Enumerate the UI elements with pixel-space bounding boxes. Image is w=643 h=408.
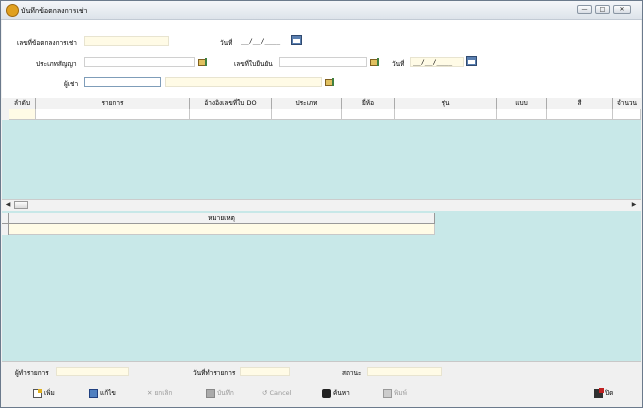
table-cell[interactable] (272, 109, 342, 120)
add-button[interactable]: เพิ่ม (33, 386, 55, 400)
main-window: บันทึกข้อตกลงการเช่า — □ ✕ เลขที่ข้อตกลง… (0, 0, 643, 408)
header-form: เลขที่ข้อตกลงการเช่า วันที่ __/__/____ ป… (2, 20, 641, 98)
col-header[interactable]: ลำดับ (9, 98, 36, 109)
cancel-button[interactable]: ↺ Cancel (262, 386, 291, 400)
close-button[interactable]: ปิด (594, 386, 613, 400)
cancel-item-label: ยกเลิก (154, 389, 173, 397)
edit-icon (89, 388, 98, 398)
lookup-icon[interactable] (370, 57, 381, 67)
edit-label: แก้ไข (100, 389, 116, 397)
status-field (367, 367, 442, 376)
table-cell[interactable] (9, 109, 36, 120)
print-label: พิมพ์ (394, 389, 407, 397)
undo-icon: ↺ (262, 389, 268, 397)
notes-header[interactable]: หมายเหตุ (9, 213, 435, 224)
notes-grid-corner (2, 213, 9, 224)
print-icon (383, 388, 392, 398)
col-header[interactable]: แบบ (497, 98, 547, 109)
col-header[interactable]: ยี่ห้อ (342, 98, 395, 109)
lessee-code-field[interactable] (84, 77, 161, 87)
contract-type-label: ประเภทสัญญา (36, 60, 77, 68)
search-label: ค้นหา (333, 389, 350, 397)
scroll-thumb[interactable] (14, 201, 28, 209)
table-cell[interactable] (547, 109, 613, 120)
lookup-icon[interactable] (325, 77, 336, 87)
col-header[interactable]: สี (547, 98, 613, 109)
cancel-x-icon: ✕ (147, 389, 153, 397)
col-header[interactable]: รุ่น (395, 98, 497, 109)
window-title: บันทึกข้อตกลงการเช่า (21, 7, 88, 15)
contract-type-field[interactable] (84, 57, 195, 67)
print-button[interactable]: พิมพ์ (383, 386, 407, 400)
notes-row[interactable] (9, 224, 435, 235)
calendar-icon[interactable] (466, 56, 477, 66)
scroll-left-icon[interactable]: ◀ (4, 201, 12, 209)
app-icon (6, 4, 19, 17)
recorder-label: ผู้ทำรายการ (15, 369, 49, 377)
date1-label: วันที่ (220, 39, 233, 47)
table-cell[interactable] (342, 109, 395, 120)
table-cell[interactable] (613, 109, 641, 120)
add-label: เพิ่ม (44, 389, 55, 397)
new-icon (33, 388, 42, 398)
scroll-right-icon[interactable]: ▶ (630, 201, 638, 209)
notes-grid[interactable]: หมายเหตุ (2, 211, 641, 361)
confirm-no-field[interactable] (279, 57, 367, 67)
table-cell[interactable] (36, 109, 190, 120)
close-label: ปิด (605, 389, 614, 397)
minimize-icon: — (581, 6, 588, 13)
row-selector[interactable] (2, 224, 9, 235)
status-label: สถานะ (342, 369, 362, 377)
date1-field[interactable]: __/__/____ (238, 36, 288, 46)
table-cell[interactable] (395, 109, 497, 120)
close-window-button[interactable]: ✕ (613, 5, 631, 14)
col-header[interactable]: อ้างอิงเลขที่ใบ DO (190, 98, 272, 109)
table-row[interactable] (9, 109, 641, 120)
table-cell[interactable] (190, 109, 272, 120)
save-button[interactable]: บันทึก (206, 386, 234, 400)
lookup-icon[interactable] (198, 57, 209, 67)
table-cell[interactable] (497, 109, 547, 120)
record-date-field (240, 367, 290, 376)
calendar-icon[interactable] (291, 35, 302, 45)
save-label: บันทึก (217, 389, 234, 397)
confirm-no-label: เลขที่ใบยืนยัน (234, 60, 273, 68)
date2-field[interactable]: __/__/____ (410, 57, 464, 67)
close-icon: ✕ (619, 6, 625, 13)
agreement-no-field[interactable] (84, 36, 169, 46)
exit-icon (594, 387, 604, 398)
record-date-label: วันที่ทำรายการ (193, 369, 236, 377)
items-grid[interactable]: ลำดับ รายการ อ้างอิงเลขที่ใบ DO ประเภท ย… (2, 98, 641, 211)
footer-panel: ผู้ทำรายการ วันที่ทำรายการ สถานะ เพิ่ม แ… (2, 361, 641, 407)
title-bar[interactable]: บันทึกข้อตกลงการเช่า — □ ✕ (1, 1, 642, 20)
date2-label: วันที่ (392, 60, 405, 68)
binoculars-icon (322, 388, 331, 398)
lessee-label: ผู้เช่า (64, 80, 79, 88)
save-icon (206, 388, 215, 398)
maximize-button[interactable]: □ (595, 5, 610, 14)
cancel-item-button[interactable]: ✕ ยกเลิก (147, 386, 172, 400)
col-header[interactable]: จำนวน (613, 98, 641, 109)
edit-button[interactable]: แก้ไข (89, 386, 116, 400)
lessee-name-field[interactable] (165, 77, 322, 87)
col-header[interactable]: รายการ (36, 98, 190, 109)
horizontal-scrollbar[interactable]: ◀ ▶ (2, 199, 641, 211)
recorder-field (56, 367, 129, 376)
agreement-no-label: เลขที่ข้อตกลงการเช่า (17, 39, 77, 47)
cancel-label: Cancel (269, 389, 292, 397)
minimize-button[interactable]: — (577, 5, 592, 14)
col-header[interactable]: ประเภท (272, 98, 342, 109)
maximize-icon: □ (599, 6, 606, 13)
search-button[interactable]: ค้นหา (322, 386, 350, 400)
